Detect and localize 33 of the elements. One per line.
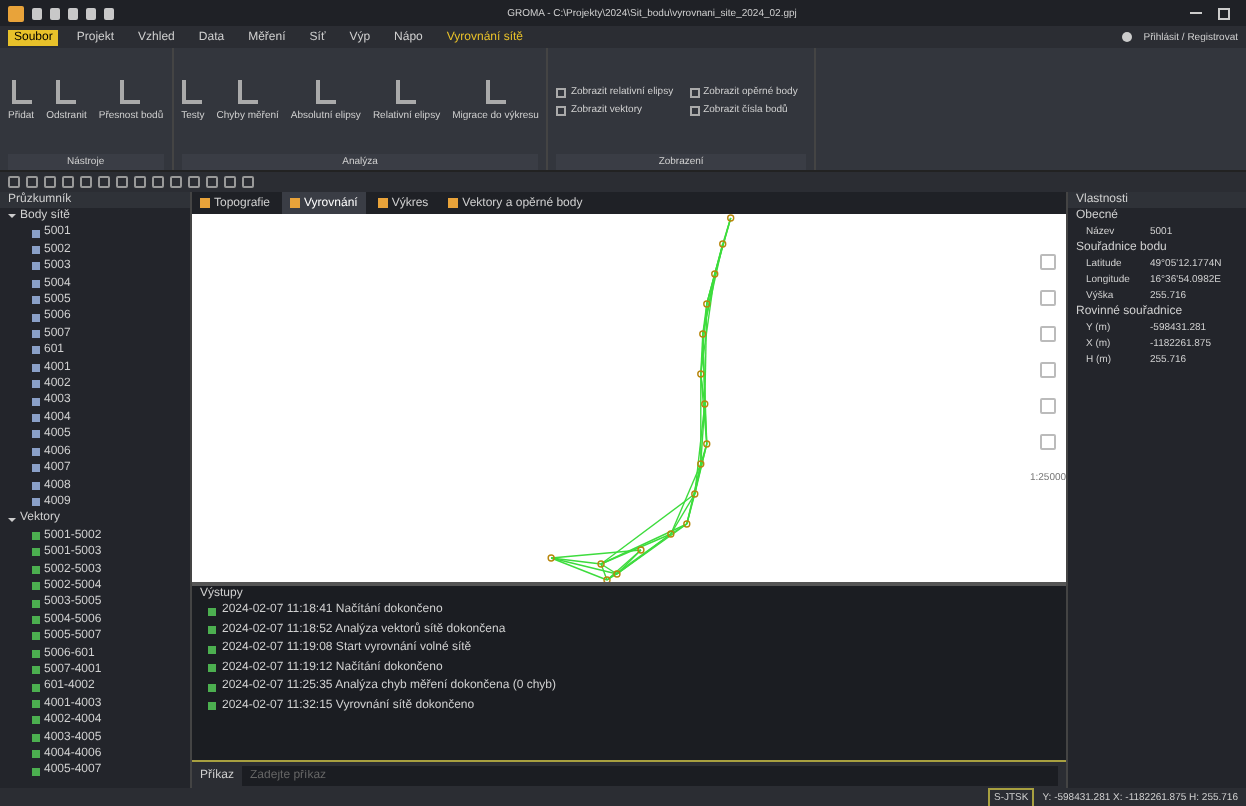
point-icon <box>32 414 40 423</box>
point-icon <box>32 279 40 288</box>
tool-icon <box>56 79 77 103</box>
point-icon <box>32 397 40 406</box>
point-icon <box>32 313 40 322</box>
maximize-button[interactable] <box>1218 7 1230 19</box>
success-icon <box>208 645 216 654</box>
point-icon <box>32 380 40 389</box>
point-icon <box>32 330 40 339</box>
point-icon <box>32 229 40 238</box>
success-icon <box>208 626 216 635</box>
tool-icon <box>485 79 506 103</box>
point-icon <box>32 262 40 271</box>
success-icon <box>208 607 216 616</box>
point-icon <box>32 296 40 305</box>
tool-icon <box>11 79 32 103</box>
point-icon <box>32 498 40 507</box>
point-icon <box>32 464 40 473</box>
tool-icon <box>315 79 336 103</box>
point-icon <box>32 346 40 355</box>
app-logo-icon <box>8 5 24 21</box>
tool-icon <box>396 79 417 103</box>
point-icon <box>32 447 40 456</box>
point-icon <box>32 246 40 255</box>
tool-icon <box>182 79 203 103</box>
success-icon <box>208 683 216 692</box>
point-icon <box>32 363 40 372</box>
tool-icon <box>237 79 258 103</box>
success-icon <box>208 664 216 673</box>
point-icon <box>32 481 40 490</box>
success-icon <box>208 702 216 711</box>
point-icon <box>32 430 40 439</box>
tool-icon <box>120 79 141 103</box>
